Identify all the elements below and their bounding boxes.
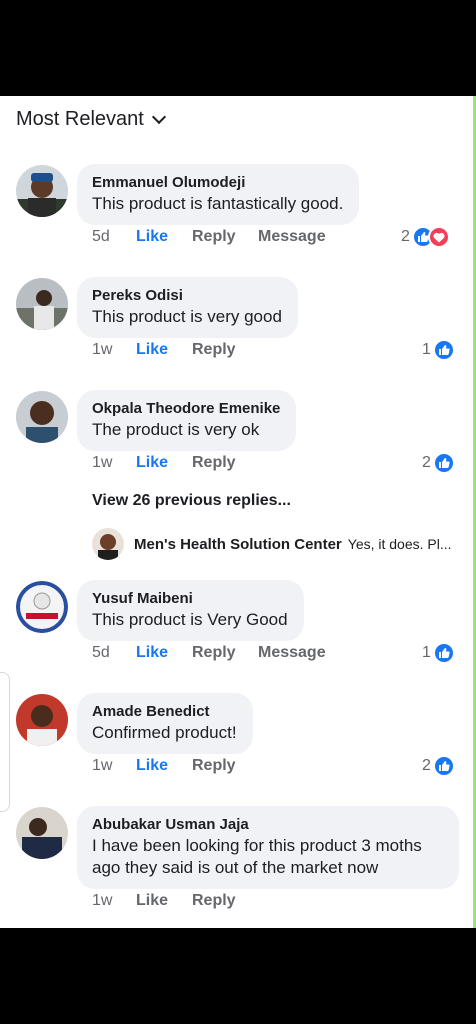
comment-author[interactable]: Okpala Theodore Emenike bbox=[92, 399, 280, 419]
comment-bubble: Amade Benedict Confirmed product! bbox=[77, 693, 253, 754]
comment-author[interactable]: Pereks Odisi bbox=[92, 286, 282, 306]
comment-actions: 5d Like Reply Message bbox=[92, 228, 326, 246]
reply-button[interactable]: Reply bbox=[192, 892, 258, 910]
like-reaction-icon bbox=[432, 755, 455, 777]
reaction-count: 2 bbox=[422, 757, 431, 774]
view-previous-replies-link[interactable]: View 26 previous replies... bbox=[92, 492, 291, 510]
like-button[interactable]: Like bbox=[136, 892, 192, 910]
chevron-down-icon bbox=[151, 109, 166, 125]
avatar[interactable] bbox=[16, 694, 68, 746]
avatar[interactable] bbox=[16, 278, 68, 330]
reply-button[interactable]: Reply bbox=[192, 757, 258, 775]
reaction-summary[interactable]: 2 bbox=[422, 452, 455, 474]
reaction-summary[interactable]: 1 bbox=[422, 339, 455, 361]
avatar[interactable] bbox=[92, 528, 124, 560]
comment-bubble: Okpala Theodore Emenike The product is v… bbox=[77, 390, 297, 451]
avatar[interactable] bbox=[16, 807, 68, 859]
comment-text: Confirmed product! bbox=[92, 723, 237, 742]
comment-time[interactable]: 5d bbox=[92, 644, 136, 662]
reply-author[interactable]: Men's Health Solution Center bbox=[134, 536, 342, 553]
like-reaction-icon bbox=[432, 339, 455, 361]
reaction-count: 1 bbox=[422, 644, 431, 661]
reply-text: Yes, it does. Pl... bbox=[347, 536, 452, 552]
comment-time[interactable]: 1w bbox=[92, 341, 136, 359]
sort-dropdown[interactable]: Most Relevant bbox=[16, 108, 166, 131]
message-button[interactable]: Message bbox=[258, 644, 326, 662]
top-black-bar bbox=[0, 0, 476, 96]
sort-label: Most Relevant bbox=[16, 108, 144, 130]
reply-preview[interactable]: Men's Health Solution Center Yes, it doe… bbox=[92, 528, 452, 560]
comment-author[interactable]: Abubakar Usman Jaja bbox=[92, 815, 443, 835]
reply-button[interactable]: Reply bbox=[192, 454, 258, 472]
reply-button[interactable]: Reply bbox=[192, 644, 258, 662]
comment-actions: 1w Like Reply bbox=[92, 341, 258, 359]
comment-author[interactable]: Emmanuel Olumodeji bbox=[92, 173, 343, 193]
comment-text: This product is very good bbox=[92, 307, 282, 326]
like-reaction-icon bbox=[432, 642, 455, 664]
like-reaction-icon bbox=[432, 452, 455, 474]
reply-button[interactable]: Reply bbox=[192, 228, 258, 246]
reaction-count: 1 bbox=[422, 341, 431, 358]
comment-text-line-2: ago they said is out of the market now bbox=[92, 858, 379, 877]
like-button[interactable]: Like bbox=[136, 644, 192, 662]
like-button[interactable]: Like bbox=[136, 757, 192, 775]
comments-panel: Most Relevant Emmanuel Olumodeji This pr… bbox=[0, 96, 474, 928]
avatar[interactable] bbox=[16, 391, 68, 443]
comment-text: This product is fantastically good. bbox=[92, 194, 344, 213]
reaction-summary[interactable]: 2 bbox=[422, 755, 455, 777]
reaction-summary[interactable]: 1 bbox=[422, 642, 455, 664]
comment-time[interactable]: 1w bbox=[92, 454, 136, 472]
reaction-count: 2 bbox=[422, 454, 431, 471]
like-button[interactable]: Like bbox=[136, 454, 192, 472]
comment-bubble: Pereks Odisi This product is very good bbox=[77, 277, 298, 338]
comment-actions: 1w Like Reply bbox=[92, 892, 258, 910]
comment-author[interactable]: Yusuf Maibeni bbox=[92, 589, 288, 609]
reaction-count: 2 bbox=[401, 228, 410, 245]
comment-text: The product is very ok bbox=[92, 420, 260, 439]
comment-actions: 1w Like Reply bbox=[92, 454, 258, 472]
like-button[interactable]: Like bbox=[136, 228, 192, 246]
reaction-summary[interactable]: 2 bbox=[401, 226, 450, 248]
comment-bubble: Yusuf Maibeni This product is Very Good bbox=[77, 580, 304, 641]
comment-bubble: Abubakar Usman Jaja I have been looking … bbox=[77, 806, 459, 889]
comment-bubble: Emmanuel Olumodeji This product is fanta… bbox=[77, 164, 360, 225]
like-button[interactable]: Like bbox=[136, 341, 192, 359]
love-reaction-icon bbox=[427, 226, 450, 248]
comment-text: This product is Very Good bbox=[92, 610, 288, 629]
comment-actions: 5d Like Reply Message bbox=[92, 644, 326, 662]
edge-handle[interactable] bbox=[0, 672, 10, 812]
comment-text-line-1: I have been looking for this product 3 m… bbox=[92, 836, 422, 855]
reply-button[interactable]: Reply bbox=[192, 341, 258, 359]
comment-time[interactable]: 1w bbox=[92, 892, 136, 910]
message-button[interactable]: Message bbox=[258, 228, 326, 246]
avatar[interactable] bbox=[16, 165, 68, 217]
bottom-black-bar bbox=[0, 928, 476, 1024]
comment-time[interactable]: 1w bbox=[92, 757, 136, 775]
avatar[interactable] bbox=[16, 581, 68, 633]
comment-time[interactable]: 5d bbox=[92, 228, 136, 246]
comment-author[interactable]: Amade Benedict bbox=[92, 702, 237, 722]
comment-actions: 1w Like Reply bbox=[92, 757, 258, 775]
